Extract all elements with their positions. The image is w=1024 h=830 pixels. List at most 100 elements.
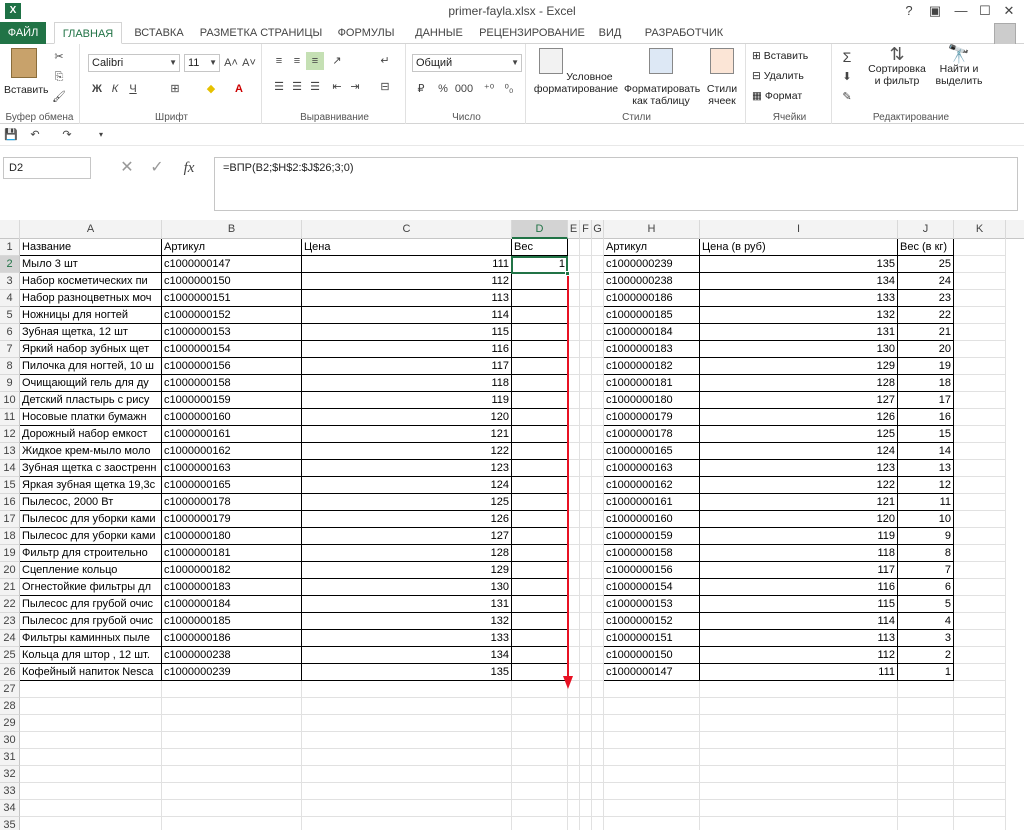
cell-h[interactable]: c1000000147	[604, 664, 700, 681]
cell-j[interactable]: 10	[898, 511, 954, 528]
minimize-button[interactable]: —	[950, 2, 972, 20]
cell-b[interactable]	[162, 800, 302, 817]
cell-k[interactable]	[954, 511, 1006, 528]
row-header[interactable]: 31	[0, 749, 20, 766]
cell-h[interactable]: c1000000151	[604, 630, 700, 647]
cell-c[interactable]	[302, 681, 512, 698]
find-select-button[interactable]: 🔭 Найти и выделить	[932, 45, 986, 87]
cell-h[interactable]	[604, 800, 700, 817]
row-header[interactable]: 13	[0, 443, 20, 460]
cell-g[interactable]	[592, 256, 604, 273]
cell-h[interactable]: c1000000179	[604, 409, 700, 426]
cell-j[interactable]: 22	[898, 307, 954, 324]
cell-c[interactable]: 125	[302, 494, 512, 511]
row-header[interactable]: 22	[0, 596, 20, 613]
cell-k[interactable]	[954, 273, 1006, 290]
cell-i[interactable]	[700, 783, 898, 800]
cell-c[interactable]: 118	[302, 375, 512, 392]
align-center-icon[interactable]: ☰	[288, 78, 306, 96]
cell-e[interactable]	[568, 732, 580, 749]
italic-button[interactable]: К	[106, 80, 124, 98]
cell-j[interactable]: 8	[898, 545, 954, 562]
cell-b[interactable]: Артикул	[162, 239, 302, 256]
cell-h[interactable]: c1000000153	[604, 596, 700, 613]
cell-b[interactable]: c1000000158	[162, 375, 302, 392]
cell-f[interactable]	[580, 324, 592, 341]
cell-g[interactable]	[592, 358, 604, 375]
cell-j[interactable]: 11	[898, 494, 954, 511]
cell-j[interactable]: 24	[898, 273, 954, 290]
wrap-text-icon[interactable]: ↵	[376, 52, 394, 70]
cell-i[interactable]: 123	[700, 460, 898, 477]
cell-h[interactable]: c1000000160	[604, 511, 700, 528]
ribbon-display-button[interactable]: ▣	[924, 2, 946, 20]
cell-d[interactable]: 1	[512, 256, 568, 273]
align-middle-icon[interactable]: ≡	[288, 52, 306, 70]
autosum-icon[interactable]: Σ	[838, 48, 856, 66]
cell-c[interactable]: 130	[302, 579, 512, 596]
cell-j[interactable]: 5	[898, 596, 954, 613]
cell-g[interactable]	[592, 528, 604, 545]
cell-j[interactable]: 7	[898, 562, 954, 579]
cell-j[interactable]: Вес (в кг)	[898, 239, 954, 256]
row-header[interactable]: 33	[0, 783, 20, 800]
cell-a[interactable]: Набор косметических пи	[20, 273, 162, 290]
cell-h[interactable]: c1000000184	[604, 324, 700, 341]
customize-qat-icon[interactable]: ▾	[92, 126, 110, 144]
font-size-select[interactable]: 11 ▼	[184, 54, 220, 72]
tab-insert[interactable]: ВСТАВКА	[128, 22, 190, 44]
cell-g[interactable]	[592, 630, 604, 647]
cell-h[interactable]	[604, 817, 700, 830]
cell-g[interactable]	[592, 239, 604, 256]
select-all-corner[interactable]	[0, 220, 20, 239]
cell-f[interactable]	[580, 562, 592, 579]
cell-b[interactable]: c1000000239	[162, 664, 302, 681]
cell-e[interactable]	[568, 800, 580, 817]
cell-f[interactable]	[580, 460, 592, 477]
cell-g[interactable]	[592, 664, 604, 681]
row-header[interactable]: 30	[0, 732, 20, 749]
cell-g[interactable]	[592, 443, 604, 460]
cell-i[interactable]	[700, 681, 898, 698]
conditional-formatting-button[interactable]: Условное форматирование	[532, 48, 620, 95]
cell-k[interactable]	[954, 800, 1006, 817]
percent-icon[interactable]: %	[434, 80, 452, 98]
cell-j[interactable]	[898, 817, 954, 830]
cell-k[interactable]	[954, 494, 1006, 511]
cell-g[interactable]	[592, 341, 604, 358]
cell-c[interactable]: 124	[302, 477, 512, 494]
cell-g[interactable]	[592, 613, 604, 630]
row-header[interactable]: 6	[0, 324, 20, 341]
column-header-f[interactable]: F	[580, 220, 592, 239]
cell-i[interactable]: 112	[700, 647, 898, 664]
cell-c[interactable]: 114	[302, 307, 512, 324]
cell-c[interactable]: 123	[302, 460, 512, 477]
cell-f[interactable]	[580, 528, 592, 545]
cell-f[interactable]	[580, 732, 592, 749]
cell-k[interactable]	[954, 392, 1006, 409]
cell-h[interactable]: c1000000239	[604, 256, 700, 273]
cell-f[interactable]	[580, 375, 592, 392]
user-avatar[interactable]	[994, 23, 1016, 45]
cell-j[interactable]	[898, 732, 954, 749]
cell-i[interactable]: 130	[700, 341, 898, 358]
column-header-d[interactable]: D	[512, 220, 568, 239]
cell-b[interactable]: c1000000151	[162, 290, 302, 307]
cell-b[interactable]: c1000000160	[162, 409, 302, 426]
row-header[interactable]: 1	[0, 239, 20, 256]
cell-a[interactable]	[20, 698, 162, 715]
cell-b[interactable]: c1000000163	[162, 460, 302, 477]
cell-i[interactable]: 119	[700, 528, 898, 545]
tab-review[interactable]: РЕЦЕНЗИРОВАНИЕ	[478, 22, 586, 44]
name-box[interactable]: D2	[3, 157, 91, 179]
font-color-icon[interactable]: A	[230, 80, 248, 98]
cell-d[interactable]	[512, 749, 568, 766]
cell-g[interactable]	[592, 290, 604, 307]
cell-h[interactable]: c1000000162	[604, 477, 700, 494]
cell-c[interactable]	[302, 698, 512, 715]
row-header[interactable]: 9	[0, 375, 20, 392]
cell-d[interactable]	[512, 766, 568, 783]
cell-k[interactable]	[954, 460, 1006, 477]
cell-c[interactable]: 129	[302, 562, 512, 579]
cell-c[interactable]: 117	[302, 358, 512, 375]
